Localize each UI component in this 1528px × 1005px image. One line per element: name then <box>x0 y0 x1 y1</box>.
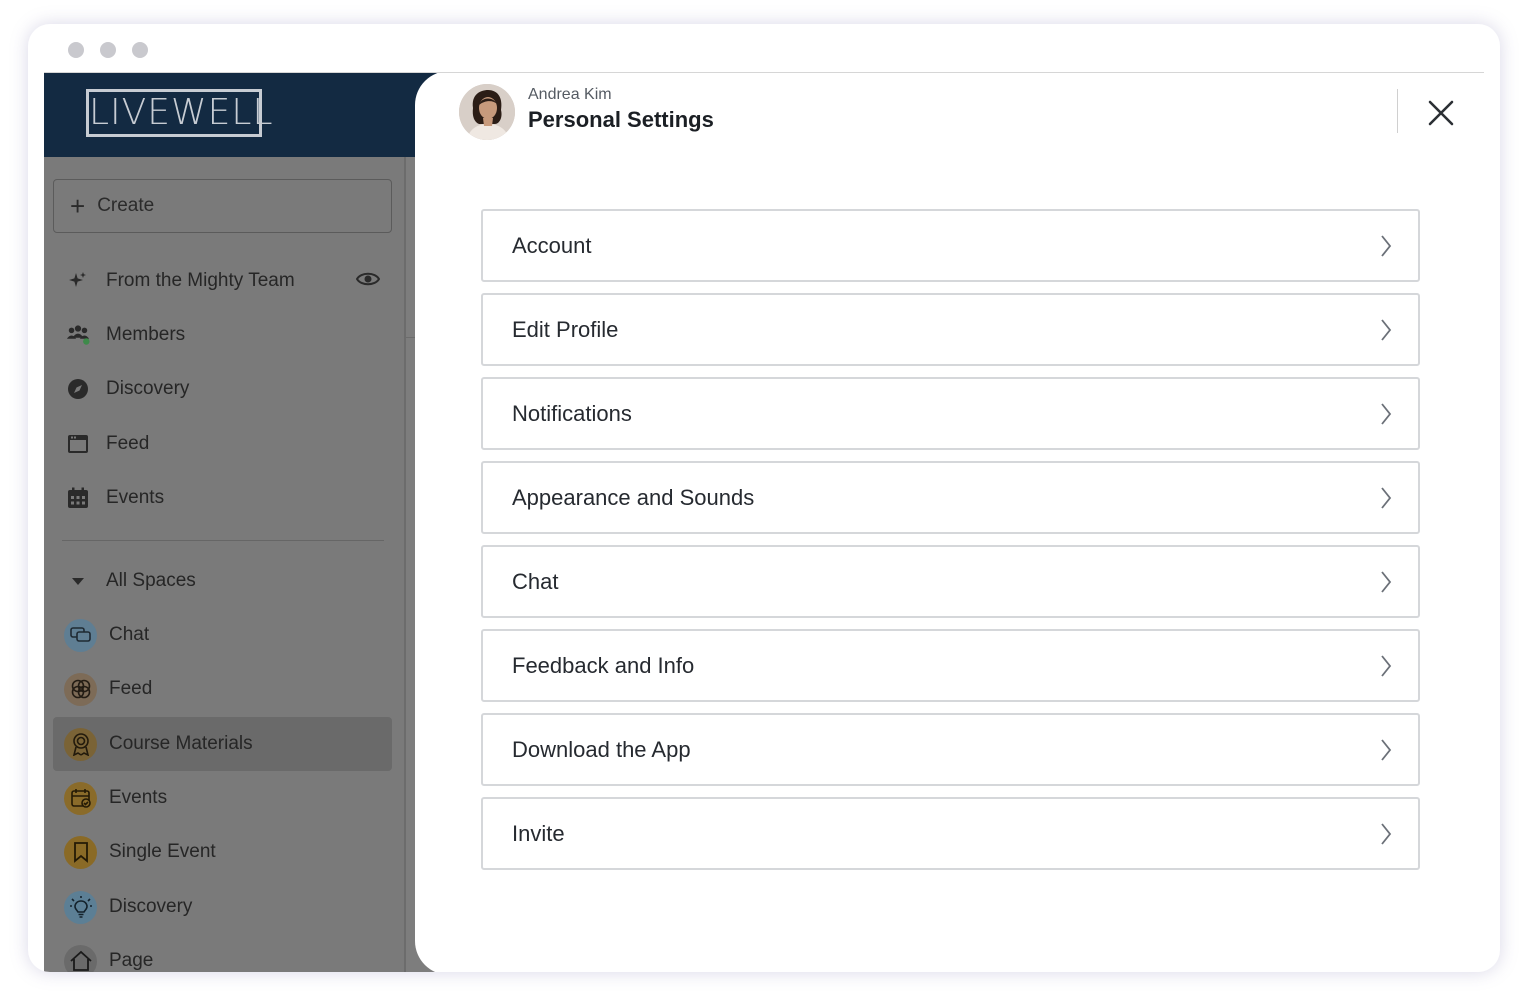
create-label: Create <box>97 195 155 216</box>
settings-item-label: Notifications <box>512 400 632 426</box>
settings-item-appearance-and-sounds[interactable]: Appearance and Sounds <box>481 461 1420 534</box>
window-dot-close[interactable] <box>68 42 84 58</box>
home-icon <box>64 944 97 972</box>
space-item-discovery[interactable]: Discovery <box>64 887 192 927</box>
avatar <box>459 84 515 140</box>
sidebar-item-label: Feed <box>106 433 150 454</box>
close-icon[interactable] <box>1425 97 1457 129</box>
settings-item-label: Account <box>512 232 592 258</box>
space-item-events[interactable]: Events <box>64 778 167 818</box>
eye-icon[interactable] <box>356 269 380 289</box>
award-icon <box>64 727 97 761</box>
space-item-label: Chat <box>109 624 150 645</box>
space-item-label: Discovery <box>109 896 193 917</box>
space-item-feed[interactable]: Feed <box>64 669 152 709</box>
window-controls <box>68 42 148 58</box>
settings-item-edit-profile[interactable]: Edit Profile <box>481 293 1420 366</box>
settings-item-label: Chat <box>512 568 559 594</box>
window-dot-minimize[interactable] <box>100 42 116 58</box>
header-divider <box>1397 89 1398 133</box>
space-item-label: Feed <box>109 678 153 699</box>
space-item-chat[interactable]: Chat <box>64 615 149 655</box>
space-item-single-event[interactable]: Single Event <box>64 832 216 872</box>
caret-down-icon <box>66 569 90 593</box>
settings-item-label: Download the App <box>512 736 691 762</box>
app-window: + Create From the Mighty Team Members Di… <box>28 24 1500 972</box>
spaces-header[interactable]: All Spaces <box>66 561 196 601</box>
chevron-right-icon <box>1381 486 1392 509</box>
space-item-label: Events <box>109 787 168 808</box>
sidebar-item-label: Events <box>106 487 165 508</box>
settings-item-label: Appearance and Sounds <box>512 484 755 510</box>
settings-item-download-the-app[interactable]: Download the App <box>481 713 1420 786</box>
settings-item-label: Edit Profile <box>512 316 619 342</box>
sidebar: + Create From the Mighty Team Members Di… <box>44 73 404 972</box>
settings-item-account[interactable]: Account <box>481 209 1420 282</box>
space-item-label: Course Materials <box>109 733 253 754</box>
personal-settings-panel: Andrea Kim Personal Settings Account Edi… <box>415 73 1484 972</box>
page-title: Personal Settings <box>528 107 714 132</box>
chevron-right-icon <box>1381 822 1392 845</box>
lightbulb-icon <box>64 890 97 924</box>
sidebar-item-discovery[interactable]: Discovery <box>66 369 189 409</box>
sidebar-item-from-the-mighty-team[interactable]: From the Mighty Team <box>66 261 295 301</box>
settings-item-invite[interactable]: Invite <box>481 797 1420 870</box>
settings-item-label: Invite <box>512 820 565 846</box>
chevron-right-icon <box>1381 570 1392 593</box>
settings-item-feedback-and-info[interactable]: Feedback and Info <box>481 629 1420 702</box>
plus-icon: + <box>70 191 86 221</box>
feed-icon <box>66 432 90 456</box>
space-item-label: Page <box>109 950 154 971</box>
space-item-label: Single Event <box>109 841 216 862</box>
spaces-header-label: All Spaces <box>106 570 196 591</box>
chevron-right-icon <box>1381 654 1392 677</box>
chevron-right-icon <box>1381 234 1392 257</box>
chevron-right-icon <box>1381 318 1392 341</box>
sidebar-item-events[interactable]: Events <box>66 478 164 518</box>
create-button[interactable]: + Create <box>53 179 392 233</box>
livewell-logo[interactable]: LIVEWELL <box>86 89 273 137</box>
settings-menu: Account Edit Profile Notifications Appea… <box>481 209 1420 881</box>
calendar-check-icon <box>64 781 97 815</box>
sidebar-item-label: Discovery <box>106 378 190 399</box>
space-item-page[interactable]: Page <box>64 941 153 972</box>
brand-header: LIVEWELL <box>44 73 444 157</box>
venn-icon <box>64 672 97 706</box>
chevron-right-icon <box>1381 402 1392 425</box>
sidebar-item-label: Members <box>106 324 186 345</box>
app-content: + Create From the Mighty Team Members Di… <box>44 72 1484 972</box>
space-item-course-materials[interactable]: Course Materials <box>64 724 253 764</box>
user-name: Andrea Kim <box>528 86 612 103</box>
bookmark-icon <box>64 835 97 869</box>
compass-icon <box>66 377 90 401</box>
sidebar-item-members[interactable]: Members <box>66 315 185 355</box>
settings-item-chat[interactable]: Chat <box>481 545 1420 618</box>
sparkle-icon <box>66 269 90 293</box>
sidebar-divider <box>62 540 384 541</box>
settings-item-label: Feedback and Info <box>512 652 695 678</box>
window-dot-zoom[interactable] <box>132 42 148 58</box>
sidebar-item-feed[interactable]: Feed <box>66 424 149 464</box>
sidebar-item-label: From the Mighty Team <box>106 270 295 291</box>
calendar-icon <box>66 486 90 510</box>
chevron-right-icon <box>1381 738 1392 761</box>
chat-bubbles-icon <box>64 618 97 652</box>
settings-item-notifications[interactable]: Notifications <box>481 377 1420 450</box>
members-icon <box>66 323 90 347</box>
